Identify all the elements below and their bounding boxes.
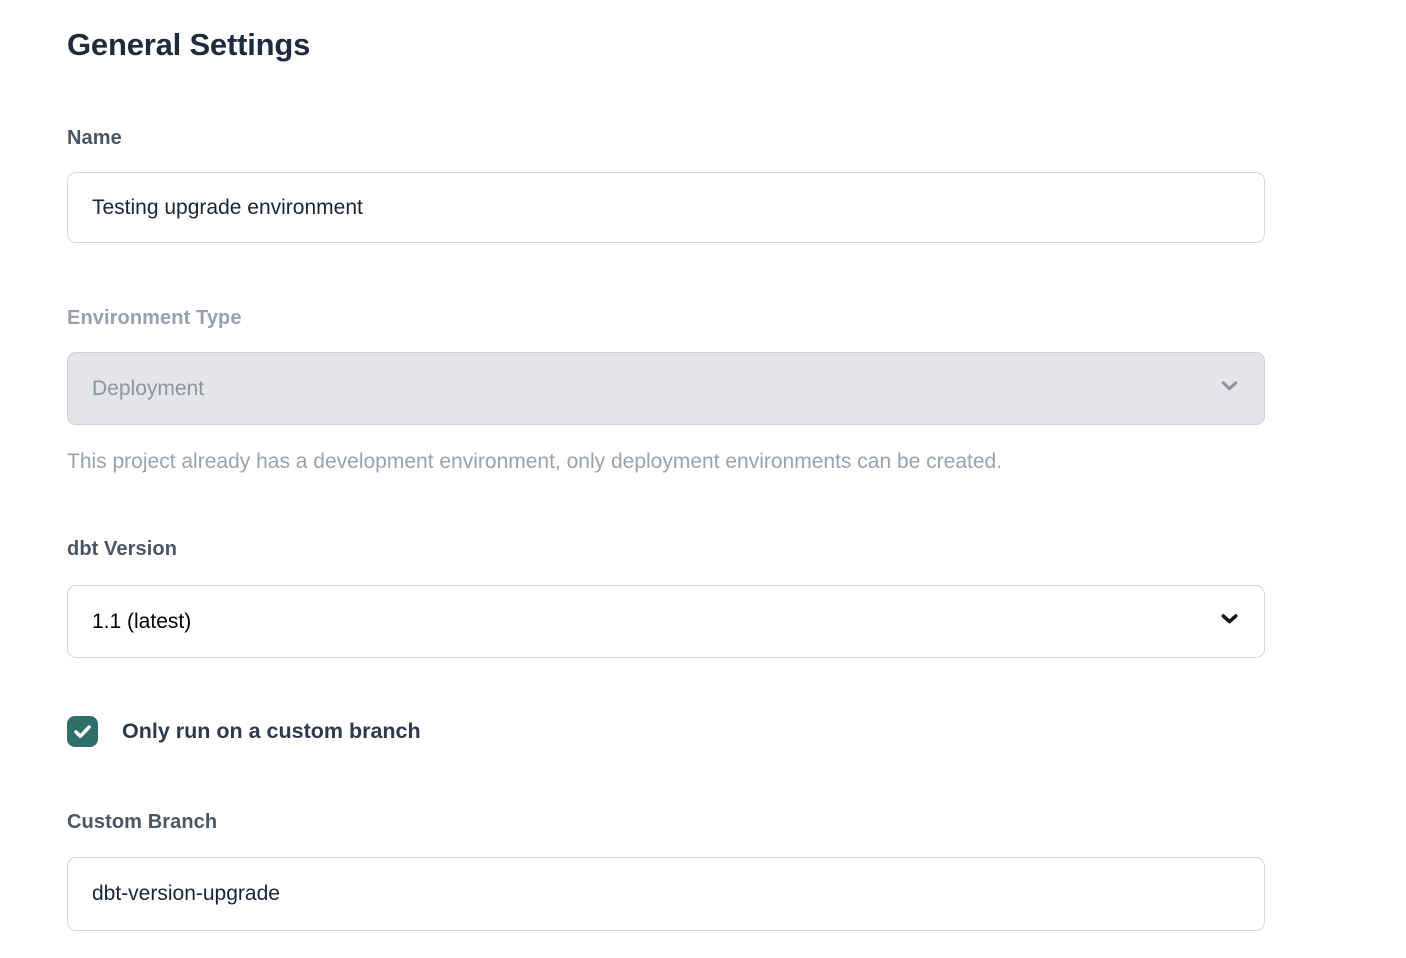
dbt-version-label: dbt Version (67, 538, 1265, 561)
chevron-down-icon (1217, 606, 1242, 637)
custom-branch-label: Custom Branch (67, 811, 1265, 834)
name-field-group: Name (67, 127, 1265, 243)
name-input[interactable] (67, 172, 1265, 243)
checkmark-icon (72, 721, 93, 742)
custom-branch-checkbox-label: Only run on a custom branch (122, 719, 421, 744)
dbt-version-field-group: dbt Version 1.1 (latest) (67, 538, 1265, 658)
custom-branch-input[interactable] (67, 857, 1265, 931)
environment-type-field-group: Environment Type Deployment This project… (67, 307, 1265, 474)
dbt-version-value: 1.1 (latest) (92, 610, 191, 634)
environment-type-value: Deployment (92, 377, 204, 401)
environment-type-label: Environment Type (67, 307, 1265, 330)
chevron-down-icon (1217, 373, 1242, 404)
custom-branch-toggle-row: Only run on a custom branch (67, 716, 1265, 747)
name-label: Name (67, 127, 1265, 150)
custom-branch-checkbox[interactable] (67, 716, 98, 747)
environment-type-helper-text: This project already has a development e… (67, 450, 1265, 474)
dbt-version-select[interactable]: 1.1 (latest) (67, 585, 1265, 658)
page-title: General Settings (67, 26, 1265, 63)
custom-branch-field-group: Custom Branch (67, 811, 1265, 931)
environment-type-select: Deployment (67, 352, 1265, 425)
general-settings-page: General Settings Name Environment Type D… (0, 0, 1406, 931)
